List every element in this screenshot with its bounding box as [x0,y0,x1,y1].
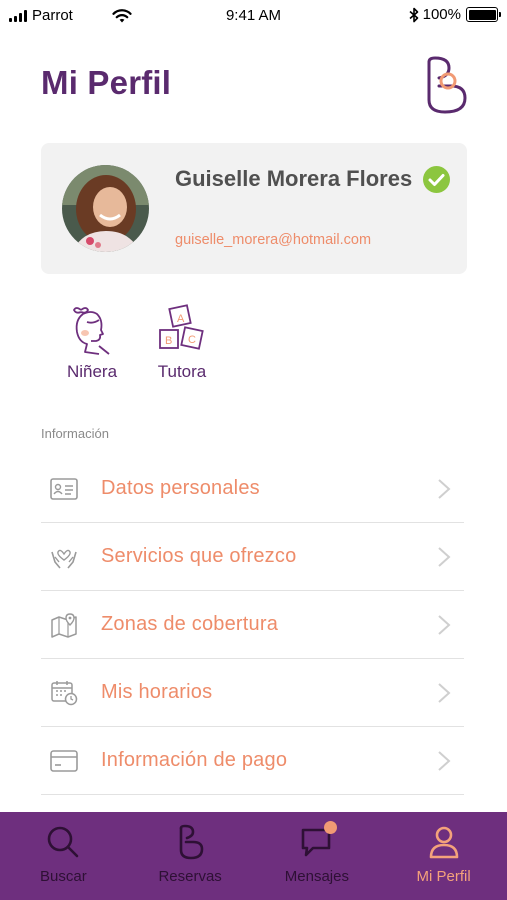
profile-email: guiselle_morera@hotmail.com [175,232,372,248]
hands-heart-icon [49,542,79,572]
svg-text:C: C [188,334,196,346]
page-title: Mi Perfil [41,64,172,101]
role-tutor[interactable]: A B C Tutora [142,302,222,382]
tab-messages[interactable]: Mensajes [254,812,381,900]
chevron-right-icon [438,546,451,567]
svg-text:B: B [165,335,172,347]
tab-bar: Buscar Reservas Mensajes Mi Perfil [0,812,507,900]
menu-item-schedule[interactable]: Mis horarios [41,659,464,727]
menu-label: Información de pago [101,749,288,771]
menu-item-personal-data[interactable]: Datos personales [41,455,464,523]
status-bar-right: 100% [409,6,501,23]
tab-label: Mensajes [284,868,349,885]
role-label: Tutora [157,362,207,381]
id-card-icon [49,474,79,504]
chevron-right-icon [438,682,451,703]
chat-icon-wrapper [299,821,337,860]
notification-dot [323,821,337,834]
tab-search[interactable]: Buscar [0,812,127,900]
person-icon [429,826,458,859]
tab-label: Mi Perfil [416,868,471,885]
tab-label: Reservas [158,868,222,885]
status-bar: Parrot 9:41 AM 100% [0,0,507,34]
tab-label: Buscar [40,868,87,885]
info-menu: Datos personales Servicios que ofrezco Z… [41,455,464,795]
avatar-photo [62,165,149,252]
menu-item-services[interactable]: Servicios que ofrezco [41,523,464,591]
abc-blocks-icon: A B C [159,304,204,350]
section-heading: Información [41,426,109,441]
check-circle-icon [423,166,450,193]
chevron-right-icon [438,750,451,771]
menu-label: Mis horarios [101,681,213,703]
profile-card[interactable]: Guiselle Morera Flores guiselle_morera@h… [41,143,467,274]
search-icon [48,826,79,858]
chevron-right-icon [438,614,451,635]
calendar-clock-icon [49,678,79,708]
role-nanny[interactable]: Niñera [52,302,132,382]
tab-reservations[interactable]: Reservas [127,812,254,900]
menu-item-payment[interactable]: Información de pago [41,727,464,795]
brand-logo-icon[interactable] [421,56,469,114]
menu-label: Servicios que ofrezco [101,545,297,567]
role-label: Niñera [66,362,118,381]
credit-card-icon [49,746,79,776]
menu-label: Zonas de cobertura [101,613,279,635]
map-pin-icon [49,610,79,640]
menu-item-coverage[interactable]: Zonas de cobertura [41,591,464,659]
battery-icon [466,7,501,22]
chevron-right-icon [438,478,451,499]
profile-name: Guiselle Morera Flores [175,166,413,191]
reservations-icon [179,824,204,860]
bluetooth-icon [409,7,418,22]
avatar[interactable] [62,165,149,252]
battery-percent: 100% [422,6,461,23]
tab-profile[interactable]: Mi Perfil [380,812,507,900]
menu-label: Datos personales [101,477,260,499]
svg-text:A: A [177,313,185,325]
nanny-icon [72,307,110,355]
